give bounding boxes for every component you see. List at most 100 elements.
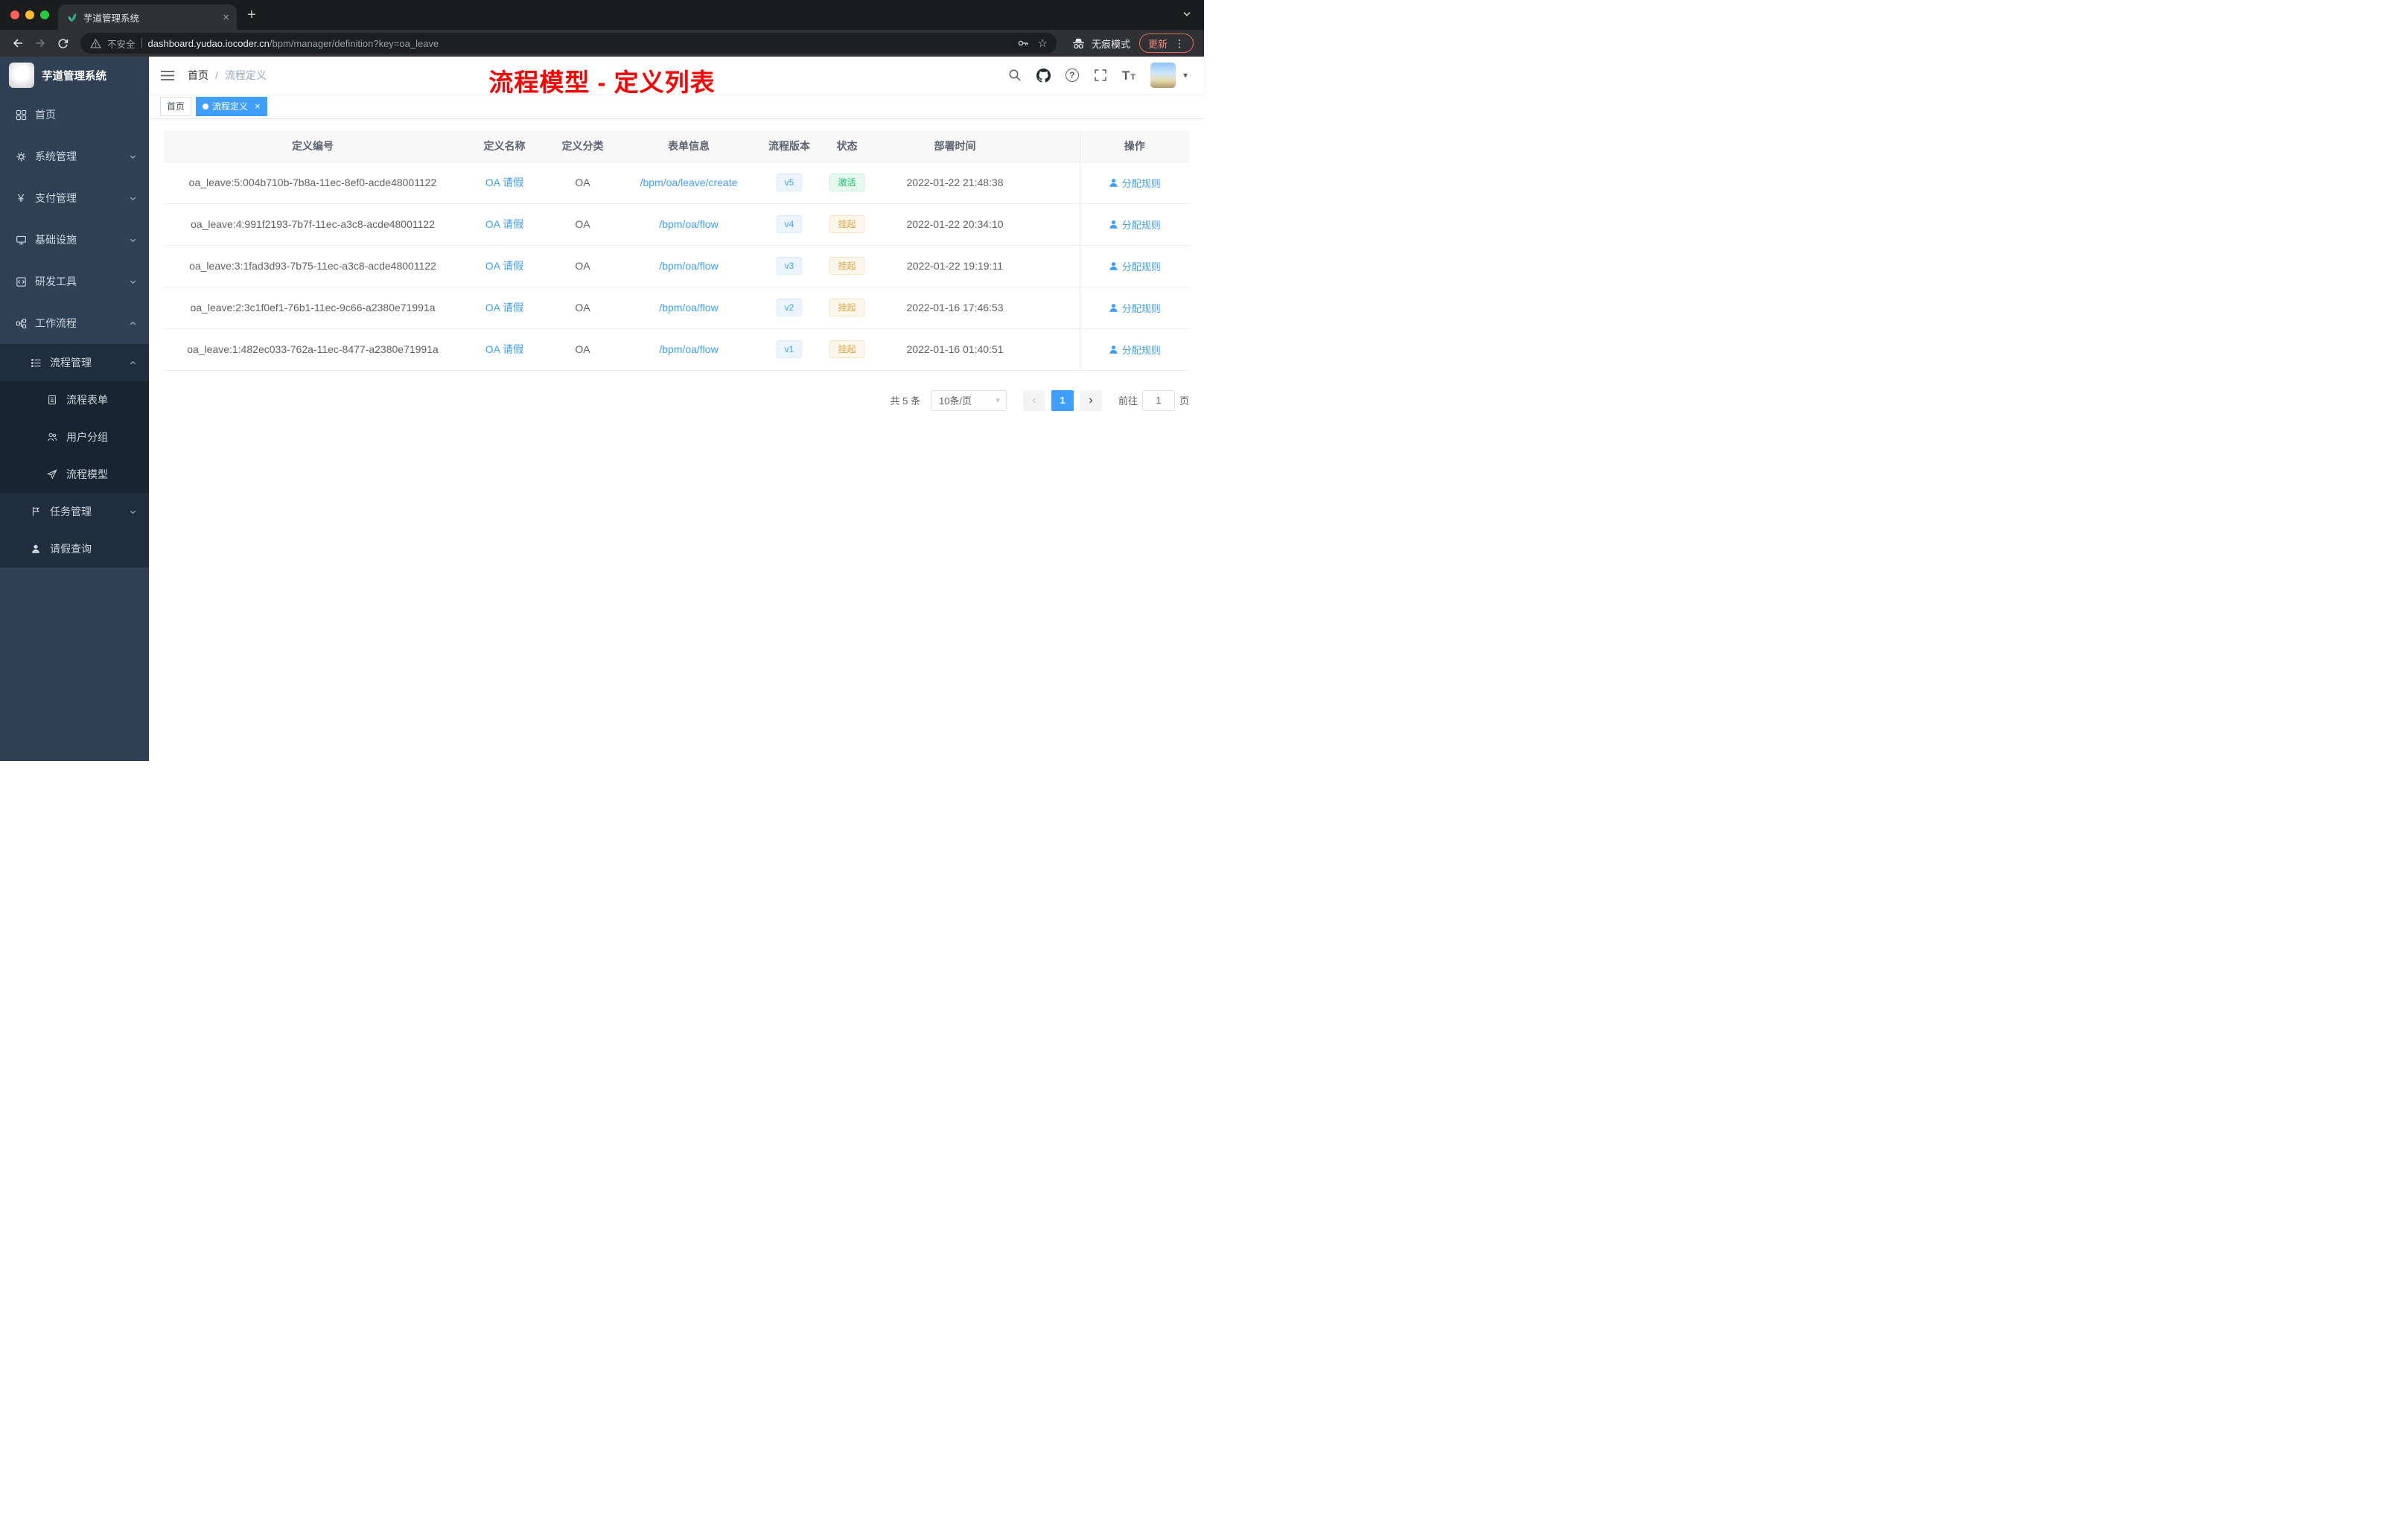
browser-tab[interactable]: 芋道管理系统 × <box>58 4 237 30</box>
sidebar-item-leave-query[interactable]: 请假查询 <box>0 530 149 567</box>
form-link[interactable]: /bpm/oa/flow <box>659 343 718 355</box>
sidebar-item-label: 用户分组 <box>66 431 108 443</box>
update-label: 更新 <box>1147 38 1168 50</box>
definition-name-link[interactable]: OA 请假 <box>485 260 523 272</box>
col-header-deploy-time: 部署时间 <box>875 131 1035 162</box>
avatar-caret-icon[interactable]: ▾ <box>1183 70 1188 80</box>
form-link[interactable]: /bpm/oa/leave/create <box>640 176 738 188</box>
browser-tab-strip: 芋道管理系统 × + <box>0 0 1204 30</box>
sidebar-item-label: 首页 <box>35 109 56 121</box>
window-minimize-button[interactable] <box>25 10 34 19</box>
sidebar-item-label: 工作流程 <box>35 317 77 329</box>
sidebar-item-process-management[interactable]: 流程管理 <box>0 344 149 381</box>
definition-table: 定义编号 定义名称 定义分类 表单信息 流程版本 状态 部署时间 操作 oa_l… <box>164 131 1189 371</box>
sidebar-item-user-group[interactable]: 用户分组 <box>0 418 149 456</box>
sidebar-item-dev-tools[interactable]: 研发工具 <box>0 261 149 302</box>
forward-icon[interactable] <box>30 33 51 54</box>
font-size-icon[interactable]: TT <box>1122 69 1135 82</box>
prev-page-button[interactable]: ‹ <box>1022 389 1045 411</box>
sidebar-item-home[interactable]: 首页 <box>0 94 149 136</box>
assign-rule-button[interactable]: 分配规则 <box>1109 259 1161 273</box>
reload-icon[interactable] <box>52 33 73 54</box>
sidebar-item-payment[interactable]: ¥ 支付管理 <box>0 177 149 219</box>
user-avatar[interactable] <box>1150 63 1176 88</box>
sidebar-item-process-model[interactable]: 流程模型 <box>0 456 149 493</box>
top-navbar: 首页 / 流程定义 ? TT ▾ <box>149 57 1204 94</box>
breadcrumb-home[interactable]: 首页 <box>188 68 208 83</box>
user-group-icon <box>46 431 58 443</box>
window-close-button[interactable] <box>10 10 19 19</box>
definition-name-link[interactable]: OA 请假 <box>485 302 523 313</box>
col-header-form: 表单信息 <box>618 131 759 162</box>
back-icon[interactable] <box>7 33 28 54</box>
browser-update-button[interactable]: 更新 ⋮ <box>1138 34 1194 53</box>
address-bar[interactable]: 不安全 dashboard.yudao.iocoder.cn/bpm/manag… <box>80 33 1057 54</box>
form-link[interactable]: /bpm/oa/flow <box>659 302 718 313</box>
status-badge: 挂起 <box>829 340 864 358</box>
tag-home[interactable]: 首页 <box>160 96 192 116</box>
form-link[interactable]: /bpm/oa/flow <box>659 218 718 230</box>
yen-icon: ¥ <box>17 191 25 205</box>
tab-title: 芋道管理系统 <box>83 13 140 24</box>
sidebar-item-system[interactable]: 系统管理 <box>0 136 149 177</box>
col-header-action: 操作 <box>1079 131 1189 162</box>
browser-menu-icon[interactable]: ⋮ <box>1174 38 1185 48</box>
sidebar-item-label: 系统管理 <box>35 150 77 162</box>
chevron-down-icon <box>129 508 137 516</box>
sidebar-item-task-management[interactable]: 任务管理 <box>0 493 149 530</box>
github-icon[interactable] <box>1036 68 1051 83</box>
cell-definition-id: oa_leave:2:3c1f0ef1-76b1-11ec-9c66-a2380… <box>164 287 462 329</box>
tag-close-icon[interactable]: × <box>255 101 261 111</box>
navbar-actions: ? TT ▾ <box>1008 63 1204 88</box>
tab-close-icon[interactable]: × <box>223 12 229 23</box>
bookmark-star-icon[interactable]: ☆ <box>1038 38 1048 49</box>
page-size-select[interactable]: 10条/页 ▾ <box>930 389 1007 411</box>
new-tab-button[interactable]: + <box>247 7 256 22</box>
search-icon[interactable] <box>1008 69 1022 82</box>
assign-rule-button[interactable]: 分配规则 <box>1109 301 1161 315</box>
goto-suffix: 页 <box>1179 395 1189 407</box>
cell-spacer <box>1035 245 1080 287</box>
goto-label: 前往 <box>1118 395 1138 407</box>
cell-spacer <box>1035 162 1080 204</box>
cell-category: OA <box>547 245 618 287</box>
incognito-icon <box>1071 36 1086 51</box>
definition-name-link[interactable]: OA 请假 <box>485 218 523 230</box>
table-row: oa_leave:3:1fad3d93-7b75-11ec-a3c8-acde4… <box>164 245 1189 287</box>
assign-rule-button[interactable]: 分配规则 <box>1109 176 1161 190</box>
password-key-icon[interactable] <box>1017 37 1029 49</box>
sidebar-item-process-form[interactable]: 流程表单 <box>0 381 149 418</box>
help-icon[interactable]: ? <box>1065 69 1079 82</box>
definition-name-link[interactable]: OA 请假 <box>485 176 523 188</box>
incognito-label: 无痕模式 <box>1091 38 1130 50</box>
chevron-down-icon <box>129 194 137 203</box>
sidebar-collapse-icon[interactable] <box>149 57 186 94</box>
main-content: 定义编号 定义名称 定义分类 表单信息 流程版本 状态 部署时间 操作 oa_l… <box>149 119 1204 761</box>
cell-definition-id: oa_leave:3:1fad3d93-7b75-11ec-a3c8-acde4… <box>164 245 462 287</box>
col-header-id: 定义编号 <box>164 131 462 162</box>
form-link[interactable]: /bpm/oa/flow <box>659 260 718 272</box>
sidebar-item-workflow[interactable]: 工作流程 <box>0 302 149 344</box>
active-tag-dot <box>203 103 209 109</box>
assign-rule-button[interactable]: 分配规则 <box>1109 217 1161 232</box>
tag-process-definition[interactable]: 流程定义 × <box>196 96 267 116</box>
chevron-down-icon <box>129 153 137 161</box>
assign-rule-button[interactable]: 分配规则 <box>1109 343 1161 357</box>
table-row: oa_leave:4:991f2193-7b7f-11ec-a3c8-acde4… <box>164 203 1189 246</box>
sidebar-item-infrastructure[interactable]: 基础设施 <box>0 219 149 261</box>
breadcrumb: 首页 / 流程定义 <box>188 68 267 83</box>
sidebar-item-label: 流程表单 <box>66 394 108 406</box>
goto-page-input[interactable] <box>1141 389 1175 411</box>
chevron-down-icon <box>129 278 137 286</box>
col-header-version: 流程版本 <box>759 131 819 162</box>
url-host: dashboard.yudao.iocoder.cn <box>147 37 270 49</box>
next-page-button[interactable]: › <box>1079 389 1102 411</box>
fullscreen-icon[interactable] <box>1094 69 1107 82</box>
sidebar-item-label: 请假查询 <box>50 543 92 555</box>
current-page-button[interactable]: 1 <box>1051 389 1074 411</box>
definition-name-link[interactable]: OA 请假 <box>485 343 523 355</box>
window-zoom-button[interactable] <box>40 10 49 19</box>
sidebar-item-label: 支付管理 <box>35 192 77 204</box>
tab-search-icon[interactable] <box>1182 9 1192 19</box>
chevron-down-icon <box>129 236 137 244</box>
